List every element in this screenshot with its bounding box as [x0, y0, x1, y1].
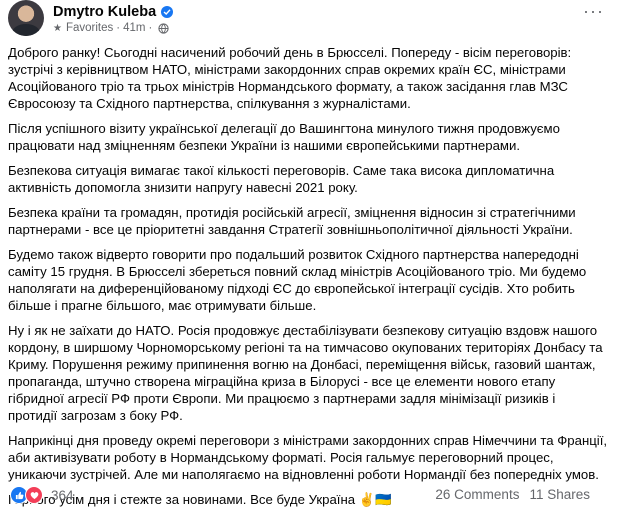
- paragraph: Наприкінці дня проведу окремі переговори…: [8, 433, 608, 482]
- author-name[interactable]: Dmytro Kuleba: [53, 4, 156, 20]
- meta-separator: ·: [116, 22, 121, 34]
- meta-separator-2: ·: [148, 22, 153, 34]
- paragraph: Після успішного візиту української делег…: [8, 121, 560, 153]
- shares-count[interactable]: 11 Shares: [529, 487, 590, 502]
- post-body: Доброго ранку! Сьогодні насичений робочи…: [8, 44, 608, 516]
- facebook-post: Dmytro Kuleba ★ Favorites · 41m · ··· До…: [0, 0, 620, 514]
- paragraph: Доброго ранку! Сьогодні насичений робочи…: [8, 45, 572, 111]
- paragraph: Безпекова ситуація вимагає такої кількос…: [8, 163, 555, 195]
- more-options-icon[interactable]: ···: [583, 2, 604, 20]
- post-footer: 364 26 Comments 11 Shares: [0, 484, 620, 506]
- love-icon: [25, 486, 43, 504]
- reactions-summary[interactable]: 364: [10, 486, 74, 504]
- star-icon: ★: [53, 22, 62, 34]
- reaction-count: 364: [51, 487, 74, 503]
- paragraph: Ну і як не заїхати до НАТО. Росія продов…: [8, 323, 603, 423]
- audience-label: Favorites: [65, 22, 114, 34]
- post-time[interactable]: 41m: [123, 22, 145, 34]
- author-line: Dmytro Kuleba: [53, 3, 174, 21]
- post-meta: ★ Favorites · 41m ·: [53, 21, 169, 35]
- post-header: Dmytro Kuleba ★ Favorites · 41m · ···: [0, 0, 620, 42]
- paragraph: Будемо також відверто говорити про подал…: [8, 247, 587, 313]
- comments-count[interactable]: 26 Comments: [435, 487, 519, 502]
- verified-icon: [161, 6, 174, 18]
- engagement-counts: 26 Comments 11 Shares: [435, 487, 590, 502]
- paragraph: Безпека країни та громадян, протидія рос…: [8, 205, 576, 237]
- globe-icon[interactable]: [158, 22, 169, 34]
- avatar[interactable]: [8, 0, 44, 36]
